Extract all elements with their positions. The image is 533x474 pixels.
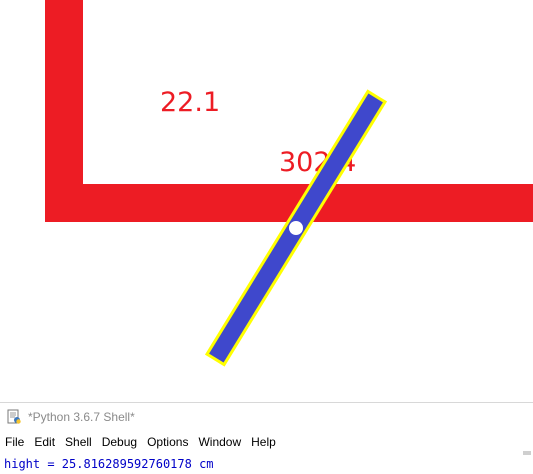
menu-shell[interactable]: Shell (60, 433, 97, 451)
menu-edit[interactable]: Edit (29, 433, 60, 451)
drawing-canvas: 22.1 302.4 (0, 0, 533, 402)
menu-options[interactable]: Options (142, 433, 193, 451)
menu-file[interactable]: File (0, 433, 29, 451)
python-shell-window: *Python 3.6.7 Shell* File Edit Shell Deb… (0, 402, 533, 474)
python-idle-icon (6, 409, 22, 425)
window-title: *Python 3.6.7 Shell* (28, 410, 135, 424)
shell-output-line: hight = 25.816289592760178 cm (4, 457, 214, 471)
menu-help[interactable]: Help (246, 433, 281, 451)
menu-bar: File Edit Shell Debug Options Window Hel… (0, 431, 533, 453)
red-bracket-horizontal (45, 184, 533, 222)
pivot-point[interactable] (289, 221, 303, 235)
app-screen: 22.1 302.4 *Python 3.6.7 Shell* File Edi… (0, 0, 533, 474)
shell-output-area[interactable]: hight = 25.816289592760178 cm (0, 453, 533, 474)
angle-label-top: 22.1 (160, 87, 220, 118)
shell-title-bar[interactable]: *Python 3.6.7 Shell* (0, 403, 533, 431)
menu-window[interactable]: Window (193, 433, 246, 451)
menu-debug[interactable]: Debug (97, 433, 142, 451)
